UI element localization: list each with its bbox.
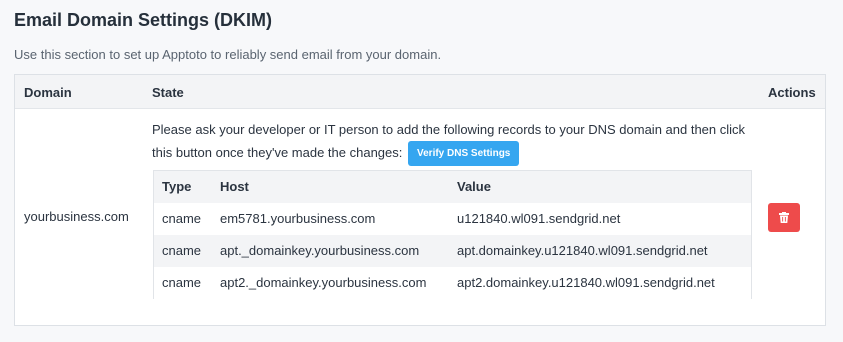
dns-records-header: Type Host Value <box>154 171 751 203</box>
record-type: cname <box>162 243 202 258</box>
page-title: Email Domain Settings (DKIM) <box>14 10 273 30</box>
record-host: apt._domainkey.yourbusiness.com <box>220 243 420 258</box>
column-header-actions: Actions <box>768 85 816 100</box>
verify-dns-settings-button[interactable]: Verify DNS Settings <box>408 141 520 167</box>
state-message: Please ask your developer or IT person t… <box>152 118 752 167</box>
record-type: cname <box>162 211 202 226</box>
table-header: Domain State Actions <box>15 75 825 109</box>
table-row: cname em5781.yourbusiness.com u121840.wl… <box>154 203 751 235</box>
dkim-settings-table: Domain State Actions yourbusiness.com Pl… <box>14 74 826 326</box>
column-header-type: Type <box>162 179 192 194</box>
page-description: Use this section to set up Apptoto to re… <box>14 47 442 62</box>
record-value: apt2.domainkey.u121840.wl091.sendgrid.ne… <box>457 275 715 290</box>
column-header-state: State <box>152 85 184 100</box>
dns-records-table: Type Host Value cname em5781.yourbusines… <box>153 170 752 299</box>
column-header-value: Value <box>457 179 491 194</box>
delete-domain-button[interactable] <box>768 203 800 232</box>
record-host: apt2._domainkey.yourbusiness.com <box>220 275 427 290</box>
record-type: cname <box>162 275 202 290</box>
column-header-host: Host <box>220 179 249 194</box>
record-value: apt.domainkey.u121840.wl091.sendgrid.net <box>457 243 708 258</box>
table-row: cname apt._domainkey.yourbusiness.com ap… <box>154 235 751 267</box>
domain-value: yourbusiness.com <box>24 209 129 224</box>
record-value: u121840.wl091.sendgrid.net <box>457 211 621 226</box>
column-header-domain: Domain <box>24 85 72 100</box>
record-host: em5781.yourbusiness.com <box>220 211 376 226</box>
table-row: cname apt2._domainkey.yourbusiness.com a… <box>154 267 751 299</box>
trash-icon <box>779 212 789 223</box>
